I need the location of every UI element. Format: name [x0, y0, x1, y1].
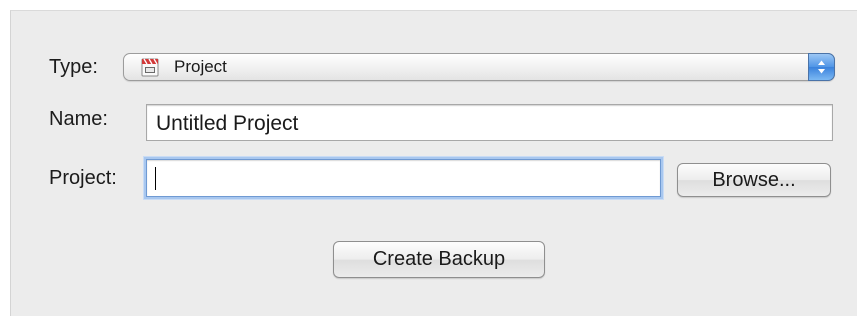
backup-dialog-panel: Type: Project Name: Untitled Project Pro…	[10, 10, 857, 316]
create-backup-button[interactable]: Create Backup	[333, 241, 545, 278]
type-selected-value: Project	[174, 57, 227, 76]
project-path-field[interactable]	[146, 159, 661, 197]
project-label: Project:	[49, 167, 117, 189]
movie-clapperboard-icon	[141, 57, 159, 77]
popup-arrows-icon	[808, 53, 835, 81]
browse-button[interactable]: Browse...	[677, 163, 831, 197]
name-label: Name:	[49, 108, 108, 130]
text-caret	[155, 167, 156, 190]
name-field[interactable]: Untitled Project	[146, 104, 833, 141]
type-popup-button[interactable]: Project	[123, 53, 835, 81]
type-label: Type:	[49, 56, 98, 78]
